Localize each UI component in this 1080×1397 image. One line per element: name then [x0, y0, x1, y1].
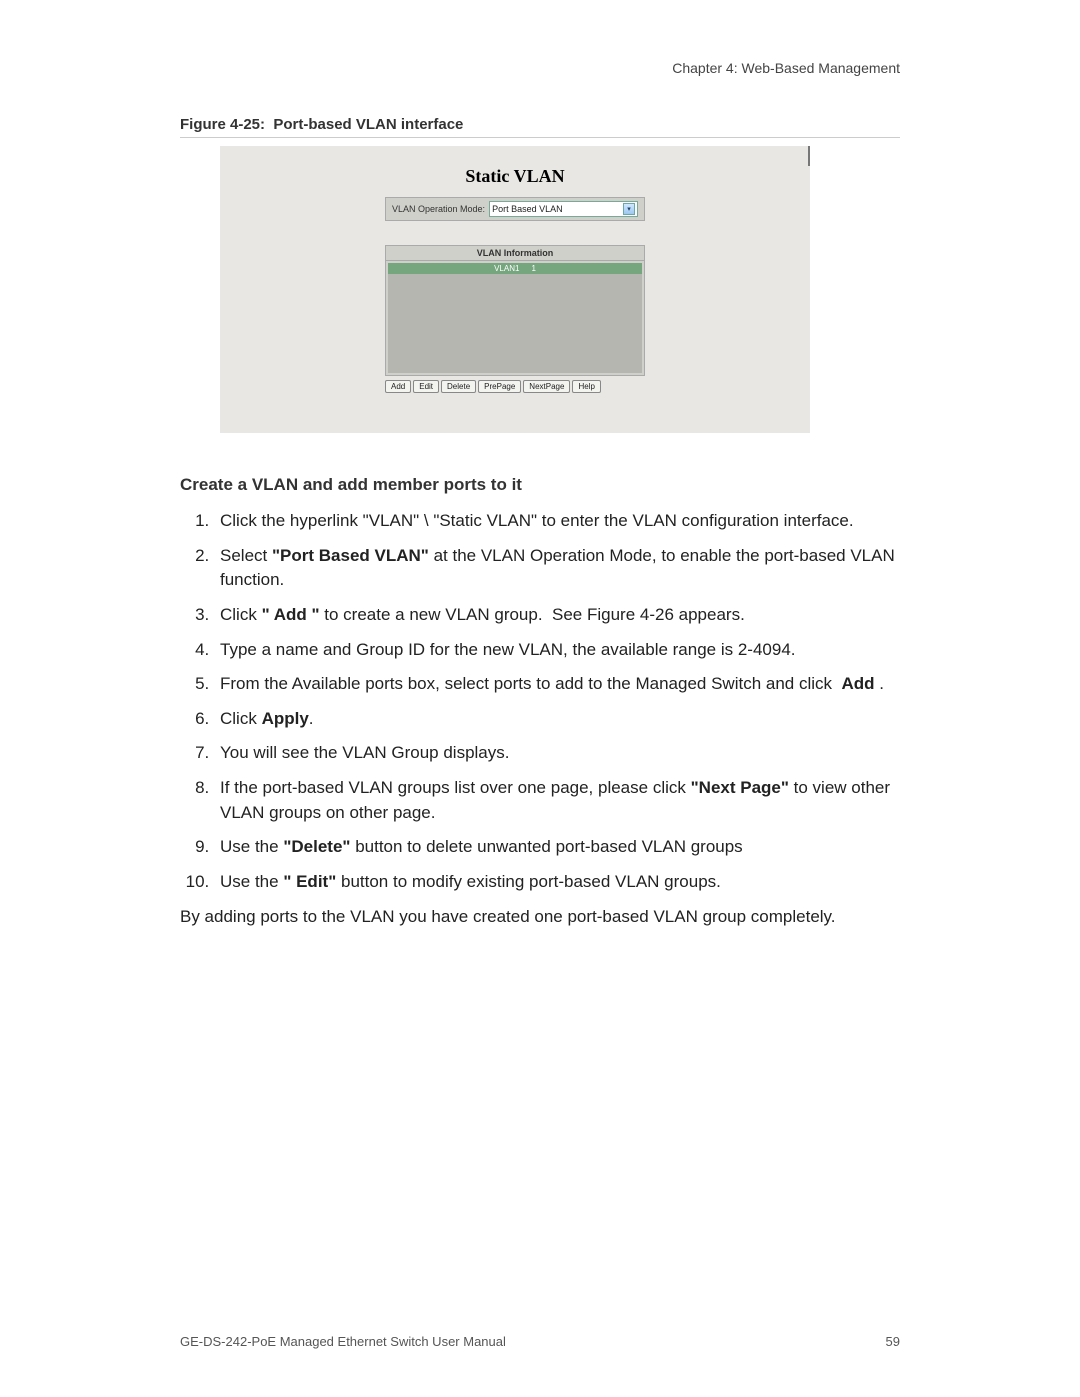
screenshot-title: Static VLAN [220, 166, 810, 187]
step-7: You will see the VLAN Group displays. [214, 741, 900, 766]
prepage-button[interactable]: PrePage [478, 380, 521, 393]
vlan-info-panel: VLAN Information VLAN1 1 Add Edit Delete… [385, 245, 645, 393]
step-3: Click " Add " to create a new VLAN group… [214, 603, 900, 628]
step-8: If the port-based VLAN groups list over … [214, 776, 900, 825]
step-5a: From the Available ports box, select por… [220, 674, 841, 693]
chevron-down-icon: ▾ [623, 203, 635, 215]
footer-page-number: 59 [886, 1334, 900, 1349]
step-4: Type a name and Group ID for the new VLA… [214, 638, 900, 663]
vlan-button-row: Add Edit Delete PrePage NextPage Help [385, 380, 645, 393]
vlan-mode-select[interactable]: Port Based VLAN ▾ [489, 201, 638, 217]
step-4-text: Type a name and Group ID for the new VLA… [220, 640, 796, 659]
step-6c: . [309, 709, 314, 728]
step-8b: "Next Page" [691, 778, 789, 797]
step-1-text: Click the hyperlink "VLAN" \ "Static VLA… [220, 511, 854, 530]
add-button[interactable]: Add [385, 380, 411, 393]
step-9: Use the "Delete" button to delete unwant… [214, 835, 900, 860]
edit-button[interactable]: Edit [413, 380, 439, 393]
step-9a: Use the [220, 837, 283, 856]
page-footer: GE-DS-242-PoE Managed Ethernet Switch Us… [180, 1334, 900, 1349]
nextpage-button[interactable]: NextPage [523, 380, 570, 393]
step-10c: button to modify existing port-based VLA… [336, 872, 721, 891]
step-6b: Apply [262, 709, 309, 728]
step-10: Use the " Edit" button to modify existin… [214, 870, 900, 895]
section-heading: Create a VLAN and add member ports to it [180, 475, 900, 495]
vlan-mode-label: VLAN Operation Mode: [392, 204, 485, 214]
footer-manual-title: GE-DS-242-PoE Managed Ethernet Switch Us… [180, 1334, 506, 1349]
step-5c: . [875, 674, 884, 693]
step-7-text: You will see the VLAN Group displays. [220, 743, 509, 762]
steps-list: Click the hyperlink "VLAN" \ "Static VLA… [214, 509, 900, 895]
vlan-list-item[interactable]: VLAN1 1 [388, 263, 642, 274]
vlan-info-title: VLAN Information [385, 245, 645, 261]
chapter-header: Chapter 4: Web-Based Management [180, 60, 900, 76]
step-2a: Select [220, 546, 272, 565]
step-10a: Use the [220, 872, 283, 891]
help-button[interactable]: Help [572, 380, 600, 393]
document-page: Chapter 4: Web-Based Management Figure 4… [0, 0, 1080, 1397]
figure-rule [180, 137, 900, 138]
vlan-mode-value: Port Based VLAN [492, 204, 563, 214]
vlan-mode-row: VLAN Operation Mode: Port Based VLAN ▾ [385, 197, 645, 221]
vlan-list: VLAN1 1 [385, 261, 645, 376]
vlan-list-box[interactable]: VLAN1 1 [388, 263, 642, 373]
screenshot-static-vlan: Static VLAN VLAN Operation Mode: Port Ba… [220, 146, 810, 433]
step-8a: If the port-based VLAN groups list over … [220, 778, 691, 797]
step-3c: to create a new VLAN group. See Figure 4… [320, 605, 745, 624]
step-6a: Click [220, 709, 262, 728]
figure-caption: Figure 4-25: Port-based VLAN interface [180, 116, 900, 133]
step-3b: " Add " [262, 605, 320, 624]
vlan-name: VLAN1 [494, 264, 519, 273]
step-3a: Click [220, 605, 262, 624]
delete-button[interactable]: Delete [441, 380, 476, 393]
step-5b: Add [841, 674, 874, 693]
step-10b: " Edit" [283, 872, 336, 891]
step-5: From the Available ports box, select por… [214, 672, 900, 697]
step-9c: button to delete unwanted port-based VLA… [350, 837, 742, 856]
step-2: Select "Port Based VLAN" at the VLAN Ope… [214, 544, 900, 593]
closing-paragraph: By adding ports to the VLAN you have cre… [180, 905, 900, 930]
step-6: Click Apply. [214, 707, 900, 732]
step-1: Click the hyperlink "VLAN" \ "Static VLA… [214, 509, 900, 534]
step-9b: "Delete" [283, 837, 350, 856]
step-2b: "Port Based VLAN" [272, 546, 429, 565]
vlan-id: 1 [531, 264, 535, 273]
